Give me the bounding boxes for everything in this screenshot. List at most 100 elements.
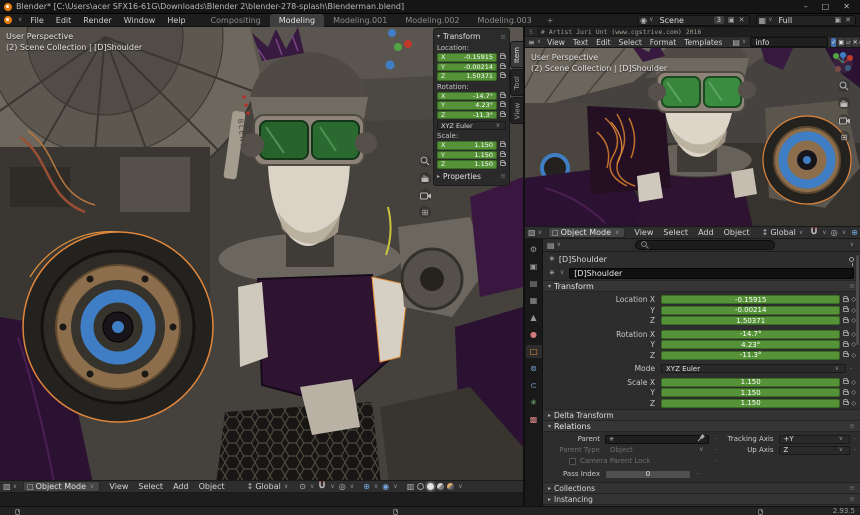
editor-type-icon[interactable]: ▧ (3, 482, 11, 491)
lock-icon[interactable] (843, 401, 849, 405)
camera-view-icon[interactable] (419, 189, 431, 201)
scene-selector[interactable]: ◉ ∨ Scene 3 ▣ ✕ (637, 15, 749, 26)
mode-dropdown[interactable]: □ Object Mode ∨ (23, 481, 100, 492)
zoom-icon[interactable] (838, 80, 850, 92)
menu-view[interactable]: View (104, 482, 133, 491)
tab-constraints[interactable]: ⊂ (526, 379, 542, 392)
editor-type-icon[interactable]: ▤ (547, 241, 555, 250)
pass-index-field[interactable]: 0 (605, 470, 691, 479)
tracking-axis-dropdown[interactable]: +Y ∨ (779, 435, 850, 444)
rotation-mode-dropdown[interactable]: XYZ Euler ∨ (437, 121, 506, 130)
menu-view[interactable]: View (629, 228, 658, 237)
scale-z-field[interactable]: 1.150 (661, 399, 840, 408)
snap-magnet-icon[interactable] (317, 481, 327, 492)
decorator-dot[interactable]: · (846, 365, 856, 373)
menu-add[interactable]: Add (168, 482, 194, 491)
mode-dropdown[interactable]: □ Object Mode ∨ (548, 227, 625, 238)
lock-icon[interactable] (843, 319, 849, 323)
menu-view[interactable]: View (543, 38, 569, 47)
location-z-field[interactable]: Z1.50371 (437, 72, 497, 81)
lock-icon[interactable] (500, 143, 506, 147)
scene-users-count[interactable]: 3 (714, 16, 724, 24)
rotation-z-field[interactable]: -11.3° (661, 351, 840, 360)
text-editor-line[interactable]: 5 # Artist Juri Unt (www.cgstrive.com) 2… (525, 27, 860, 36)
shading-solid-icon[interactable] (427, 483, 434, 490)
menu-select[interactable]: Select (133, 482, 168, 491)
delta-transform-panel-header[interactable]: ▸ Delta Transform (543, 409, 860, 420)
tab-output[interactable]: ▤ (526, 277, 542, 290)
lock-icon[interactable] (843, 332, 849, 336)
close-button[interactable]: ✕ (843, 2, 850, 11)
sidebar-tab-view[interactable]: View (510, 97, 523, 124)
lock-icon[interactable] (500, 65, 506, 69)
show-overlays-icon[interactable]: ◉ (381, 482, 390, 491)
proportional-editing-icon[interactable]: ◎ (338, 482, 347, 491)
sidebar-tab-item[interactable]: Item (510, 41, 523, 68)
left-3d-viewport[interactable]: BLEND User Perspective (2) Scene Collect… (0, 27, 523, 493)
tab-scene[interactable]: ▲ (526, 311, 542, 324)
editor-type-icon[interactable]: ≡ (528, 38, 535, 47)
transform-panel-header[interactable]: ▾ Transform ≡ (543, 280, 860, 292)
decorator-dot[interactable]: · (693, 470, 703, 478)
breadcrumb-object-name[interactable]: [D]Shoulder (559, 255, 607, 264)
npanel-properties-header[interactable]: ▸ Properties ≡ (437, 171, 506, 182)
collections-panel-header[interactable]: ▸ Collections ≡ (543, 482, 860, 493)
tab-modeling-001[interactable]: Modeling.001 (324, 14, 396, 27)
instancing-panel-header[interactable]: ▸ Instancing ≡ (543, 493, 860, 504)
location-x-field[interactable]: X-0.15915 (437, 53, 497, 62)
new-scene-icon[interactable]: ▣ (726, 16, 737, 24)
orientation-dropdown[interactable]: ↕ Global ∨ (244, 481, 293, 492)
snap-magnet-icon[interactable] (809, 227, 819, 238)
navigation-gizmo[interactable] (832, 52, 854, 77)
menu-object[interactable]: Object (194, 482, 230, 491)
rotation-mode-dropdown[interactable]: XYZ Euler ∨ (661, 364, 846, 373)
parent-field[interactable]: ✳ (605, 435, 709, 444)
menu-select[interactable]: Select (615, 38, 646, 47)
menu-select[interactable]: Select (658, 228, 693, 237)
properties-search-input[interactable] (635, 240, 775, 250)
rotation-x-field[interactable]: X-14.7° (437, 92, 497, 101)
location-z-field[interactable]: 1.50371 (661, 316, 840, 325)
lock-icon[interactable] (500, 103, 506, 107)
move-view-icon[interactable] (838, 97, 850, 109)
tab-object-data[interactable]: ✳ (526, 396, 542, 409)
decorator-dot[interactable]: · (711, 435, 721, 443)
register-check-icon[interactable]: ✓ (831, 38, 836, 47)
lock-icon[interactable] (500, 113, 506, 117)
tab-physics[interactable]: ⊚ (526, 362, 542, 375)
sidebar-tab-tool[interactable]: Tool (510, 69, 523, 96)
shading-material-icon[interactable] (437, 483, 444, 490)
menu-object[interactable]: Object (719, 228, 755, 237)
rotation-y-field[interactable]: Y4.23° (437, 101, 497, 110)
right-3d-viewport[interactable]: User Perspective (2) Scene Collection | … (525, 48, 860, 226)
tab-tool[interactable]: ⚙ (526, 243, 542, 256)
keyframe-icon[interactable]: ◇ (851, 379, 856, 386)
keyframe-icon[interactable]: ◇ (851, 352, 856, 359)
lock-icon[interactable] (843, 391, 849, 395)
tab-object[interactable]: □ (526, 345, 542, 358)
menu-text[interactable]: Text (569, 38, 592, 47)
tab-modeling-003[interactable]: Modeling.003 (469, 14, 541, 27)
lock-icon[interactable] (843, 380, 849, 384)
scale-x-field[interactable]: X1.150 (437, 141, 497, 150)
tab-texture[interactable]: ▩ (526, 413, 542, 426)
new-text-icon[interactable]: ▣ (838, 38, 844, 47)
filter-dropdown-icon[interactable]: ∨ (850, 242, 854, 248)
unlink-text-icon[interactable]: ✕ (853, 38, 858, 47)
menu-window[interactable]: Window (118, 16, 162, 25)
tab-modeling-002[interactable]: Modeling.002 (396, 14, 468, 27)
lock-icon[interactable] (500, 55, 506, 59)
lock-icon[interactable] (843, 308, 849, 312)
lock-icon[interactable] (843, 353, 849, 357)
perspective-toggle-icon[interactable]: ⊞ (838, 131, 850, 143)
scale-y-field[interactable]: 1.150 (661, 388, 840, 397)
proportional-editing-icon[interactable]: ◎ (830, 228, 839, 237)
npanel-transform-header[interactable]: ▾ Transform ≡ (437, 31, 506, 42)
lock-icon[interactable] (500, 74, 506, 78)
perspective-toggle-icon[interactable]: ⊞ (419, 206, 431, 218)
scrollbar[interactable] (856, 255, 859, 345)
editor-type-icon[interactable]: ▧ (528, 228, 536, 237)
tab-view-layer[interactable]: ▦ (526, 294, 542, 307)
rotation-x-field[interactable]: -14.7° (661, 330, 840, 339)
location-x-field[interactable]: -0.15915 (661, 295, 840, 304)
